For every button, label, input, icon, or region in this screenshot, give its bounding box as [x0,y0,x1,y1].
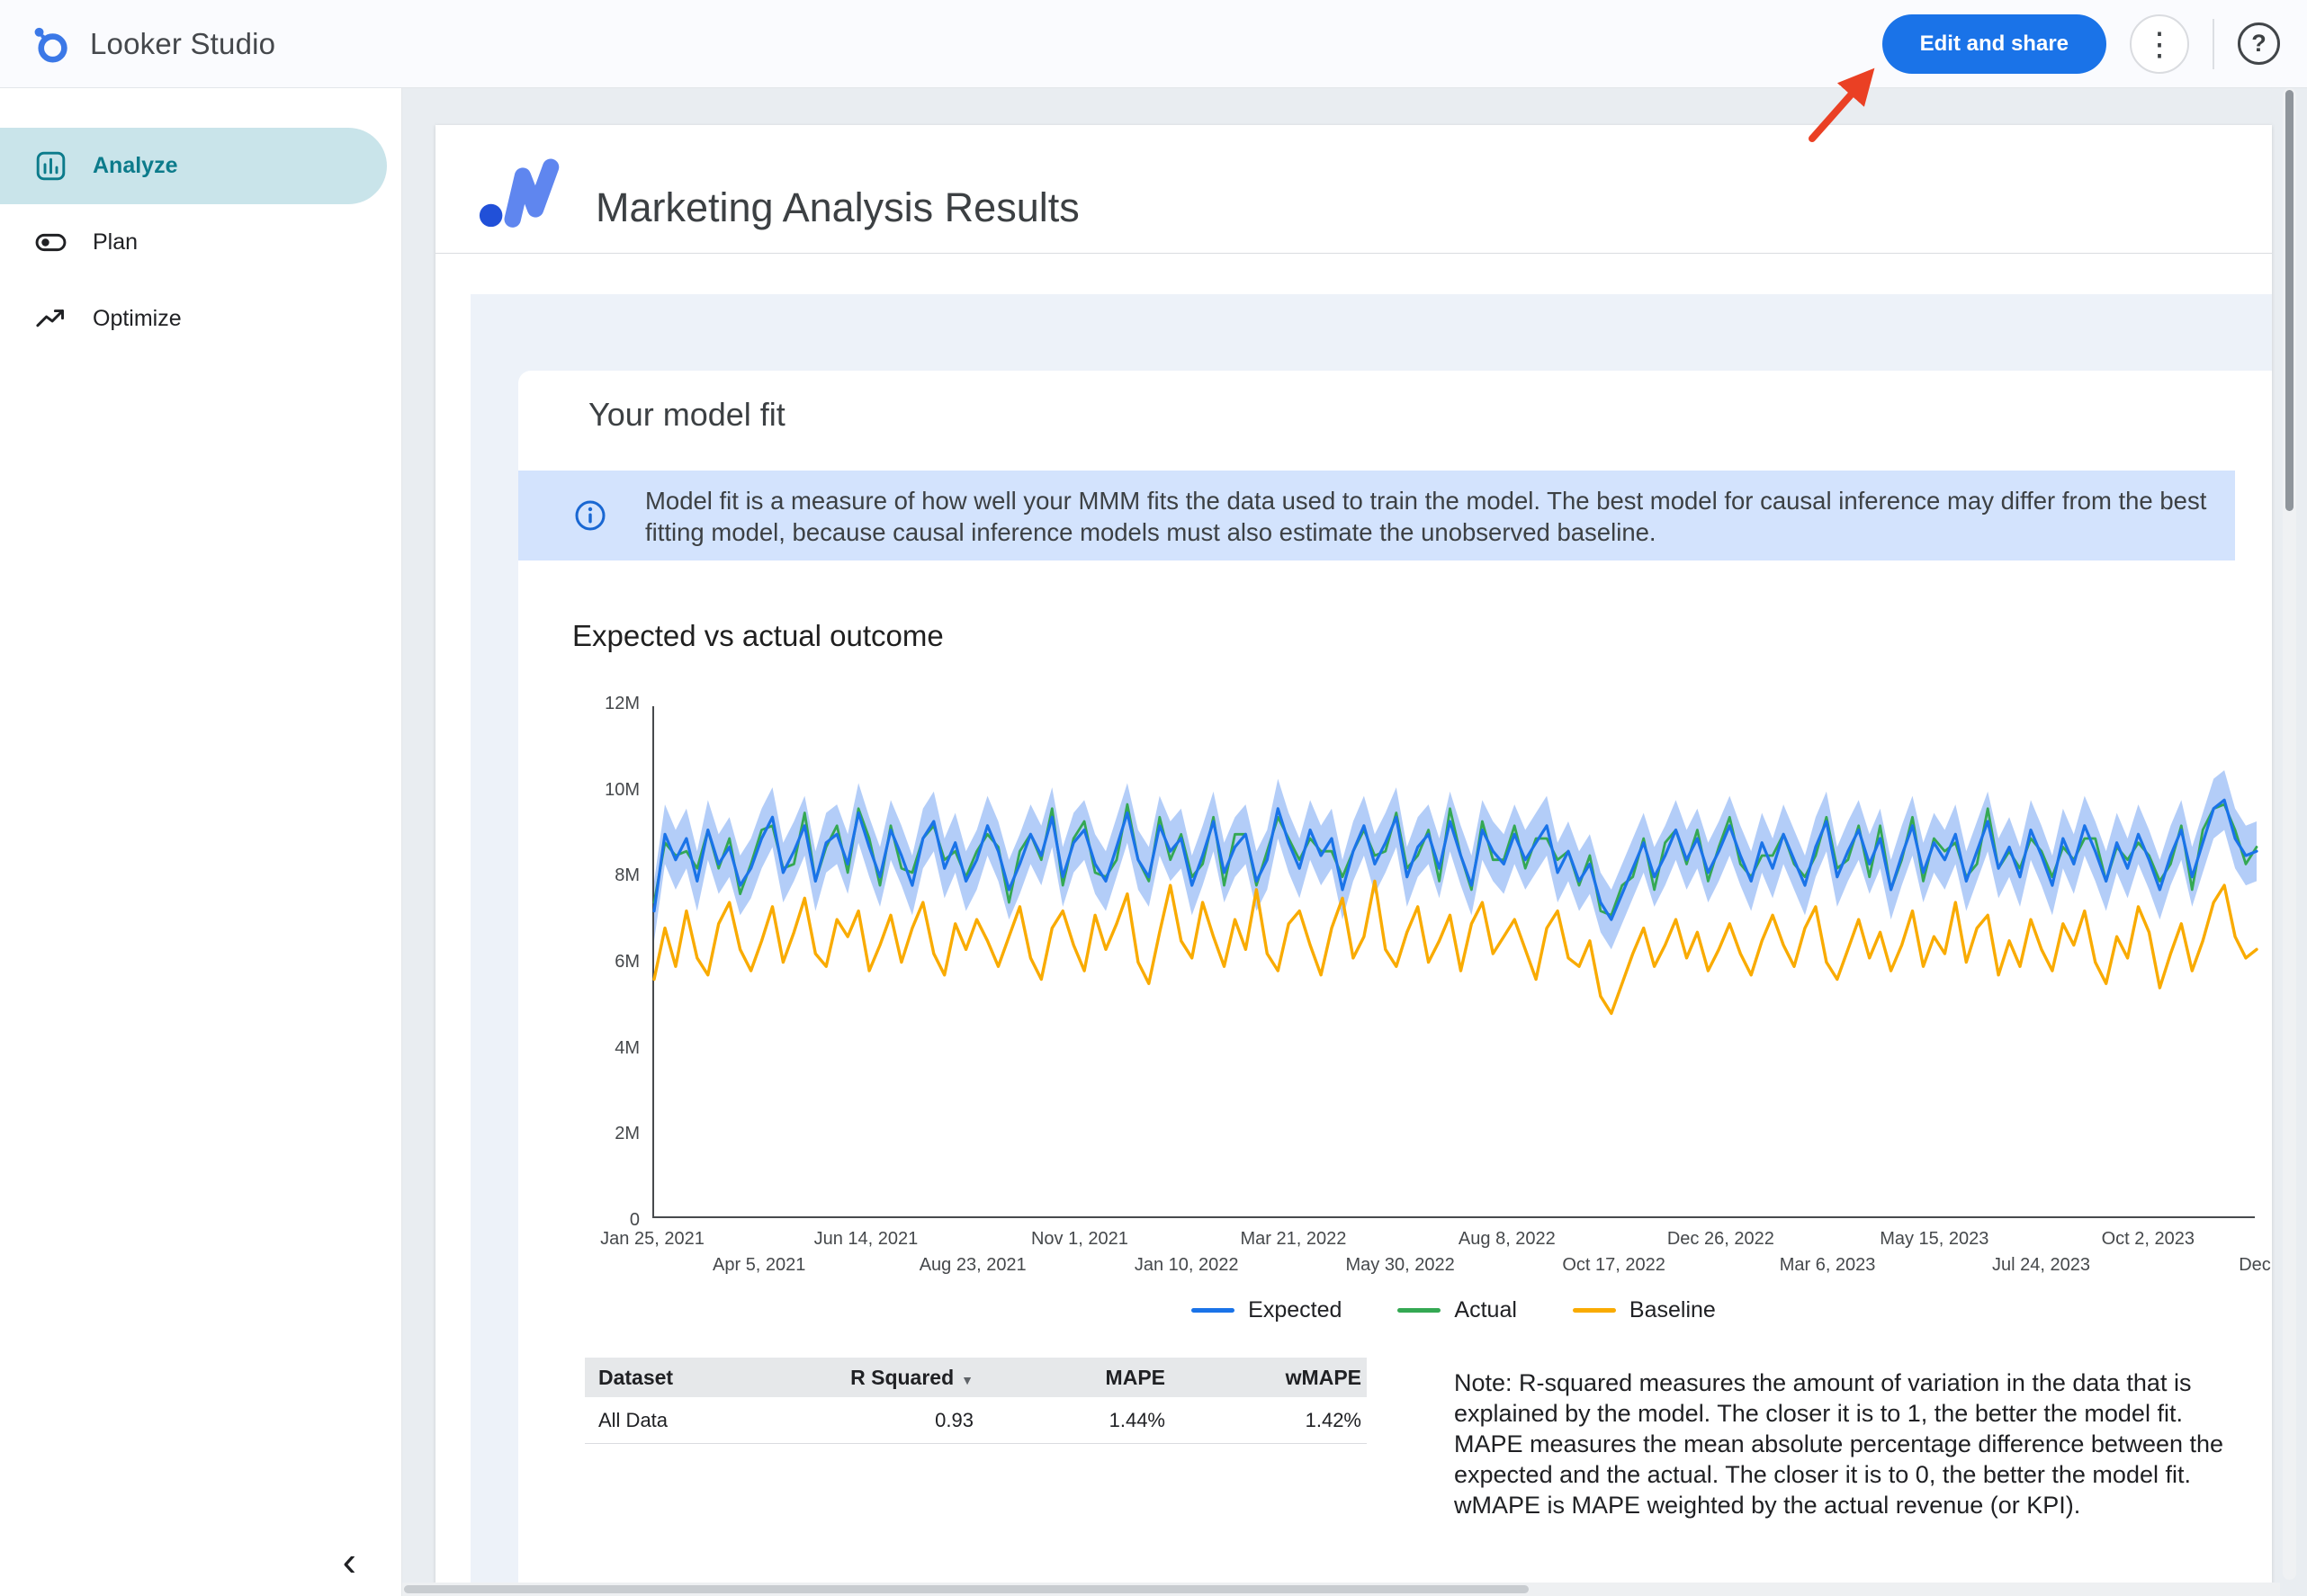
edit-and-share-button[interactable]: Edit and share [1882,14,2106,74]
chart-legend: Expected Actual Baseline [652,1297,2255,1323]
x-tick-label: Mar 21, 2022 [1240,1229,1346,1250]
info-banner: Model fit is a measure of how well your … [518,471,2235,560]
x-tick-label: Jan 25, 2021 [600,1229,705,1250]
chart-title: Expected vs actual outcome [572,619,944,653]
topbar-divider [2213,19,2214,69]
plot-svg [654,706,2257,1218]
y-tick-label: 2M [518,1124,640,1144]
x-tick-label: Aug 23, 2021 [920,1255,1027,1276]
model-fit-note: Note: R-squared measures the amount of v… [1454,1367,2228,1520]
table-row: All Data 0.93 1.44% 1.42% [585,1397,1367,1444]
more-options-button[interactable]: ⋮ [2130,14,2189,74]
sidebar-item-label: Analyze [93,153,177,179]
x-tick-label: Jul 24, 2023 [1992,1255,2090,1276]
x-tick-label: Apr 5, 2021 [713,1255,805,1276]
expected-swatch-icon [1191,1308,1234,1313]
sidebar-item-label: Optimize [93,306,182,332]
cell-dataset: All Data [585,1409,803,1432]
chevron-left-icon: ‹ [343,1538,356,1584]
cell-r-squared: 0.93 [803,1409,979,1432]
table-empty-area [585,1444,1367,1592]
topbar: Looker Studio Edit and share ⋮ ? [0,0,2307,88]
trending-up-icon [33,301,68,336]
x-tick-label: Oct 2, 2023 [2102,1229,2195,1250]
card-title: Your model fit [588,396,785,434]
legend-item-actual: Actual [1397,1297,1516,1323]
confidence-band [654,770,2257,949]
model-fit-table: Dataset R Squared▼ MAPE wMAPE All Data 0… [585,1358,1367,1592]
kebab-icon: ⋮ [2143,25,2176,63]
topbar-actions: Edit and share ⋮ ? [1882,14,2280,74]
table-header-r-squared[interactable]: R Squared▼ [803,1366,979,1390]
x-tick-label: Jan 10, 2022 [1135,1255,1239,1276]
y-tick-label: 0 [518,1210,640,1231]
legend-label: Expected [1248,1297,1342,1323]
x-tick-label: Mar 6, 2023 [1780,1255,1876,1276]
looker-studio-logo [31,24,70,64]
baseline-line [654,881,2257,1013]
toggle-icon [33,225,68,260]
y-tick-label: 8M [518,865,640,886]
x-tick-label: Oct 17, 2022 [1562,1255,1665,1276]
horizontal-scrollbar-track [402,1583,2280,1596]
cell-wmape: 1.42% [1171,1409,1367,1432]
horizontal-scrollbar-thumb[interactable] [404,1585,1529,1593]
legend-label: Actual [1454,1297,1516,1323]
expected-vs-actual-chart [652,706,2255,1218]
vertical-scrollbar-track [2283,88,2296,1580]
app-name: Looker Studio [90,27,275,61]
sort-desc-icon: ▼ [961,1373,974,1387]
model-fit-section: Your model fit Model fit is a measure of… [471,294,2272,1596]
x-tick-label: Dec [2239,1255,2271,1276]
x-tick-label: Nov 1, 2021 [1031,1229,1128,1250]
main-area: Marketing Analysis Results Your model fi… [402,88,2307,1596]
header-divider [435,253,2272,254]
y-axis-labels: 12M 10M 8M 6M 4M 2M 0 [518,694,640,1231]
table-header-dataset[interactable]: Dataset [585,1366,803,1390]
help-button[interactable]: ? [2238,22,2280,65]
chart-icon [33,148,68,184]
sidebar-item-optimize[interactable]: Optimize [0,281,387,357]
app-logo-wrap: Looker Studio [31,24,275,64]
x-tick-label: Dec 26, 2022 [1667,1229,1774,1250]
sidebar-item-analyze[interactable]: Analyze [0,128,387,204]
report-canvas: Marketing Analysis Results Your model fi… [435,125,2272,1596]
x-tick-label: May 15, 2023 [1880,1229,1988,1250]
vertical-scrollbar-thumb[interactable] [2285,90,2294,511]
model-fit-card: Your model fit Model fit is a measure of… [518,371,2272,1596]
x-tick-label: May 30, 2022 [1346,1255,1455,1276]
meridian-logo [478,156,568,229]
x-tick-label: Jun 14, 2021 [814,1229,919,1250]
y-tick-label: 12M [518,694,640,714]
table-header-row: Dataset R Squared▼ MAPE wMAPE [585,1358,1367,1397]
x-tick-label: Aug 8, 2022 [1459,1229,1556,1250]
table-header-mape[interactable]: MAPE [979,1366,1171,1390]
x-axis-labels: Jan 25, 2021Apr 5, 2021Jun 14, 2021Aug 2… [652,1227,2255,1283]
sidebar-item-plan[interactable]: Plan [0,204,387,281]
sidebar: Analyze Plan Optimize ‹ [0,88,402,1596]
report-title: Marketing Analysis Results [596,184,1080,231]
actual-swatch-icon [1397,1308,1441,1313]
y-tick-label: 4M [518,1038,640,1059]
legend-label: Baseline [1629,1297,1716,1323]
sidebar-item-label: Plan [93,229,138,256]
sidebar-nav: Analyze Plan Optimize [0,128,401,357]
help-icon: ? [2251,30,2267,58]
legend-item-expected: Expected [1191,1297,1342,1323]
legend-item-baseline: Baseline [1573,1297,1716,1323]
table-header-wmape[interactable]: wMAPE [1171,1366,1367,1390]
y-tick-label: 6M [518,952,640,973]
sidebar-collapse-button[interactable]: ‹ [343,1540,356,1582]
y-tick-label: 10M [518,780,640,801]
content-area: Analyze Plan Optimize ‹ [0,88,2307,1596]
baseline-swatch-icon [1573,1308,1616,1313]
info-icon [574,499,606,532]
info-banner-text: Model fit is a measure of how well your … [645,485,2238,548]
report-header: Marketing Analysis Results [435,125,2272,253]
cell-mape: 1.44% [979,1409,1171,1432]
